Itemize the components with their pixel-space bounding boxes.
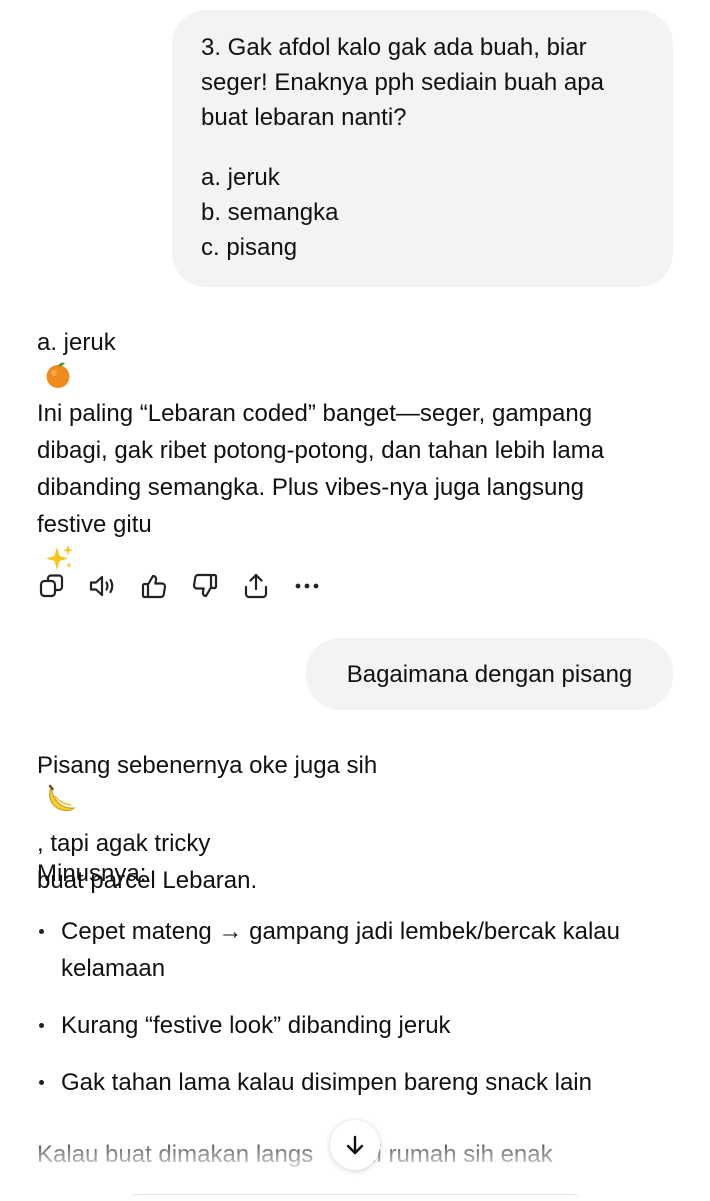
list-item-text: Cepet mateng → gampang jadi lembek/berca… [61, 918, 620, 945]
option-b: b. semangka [201, 199, 339, 226]
copy-icon[interactable] [37, 571, 67, 601]
section-heading: Minusnya: [37, 855, 677, 892]
message-text: seger! Enaknya pph sediain buah apa [201, 69, 604, 96]
option-a: a. jeruk [201, 164, 280, 191]
arrow-down-icon [346, 1135, 364, 1155]
list-item-text: Gak tahan lama kalau disimpen bareng sna… [61, 1069, 592, 1096]
read-aloud-icon[interactable] [88, 571, 118, 601]
paragraph-line: , tapi agak tricky [37, 830, 211, 857]
paragraph-line: Pisang sebenernya oke juga sih [37, 752, 378, 779]
message-text: Bagaimana dengan pisang [346, 660, 633, 688]
more-icon[interactable] [292, 571, 322, 601]
paragraph-line: Ini paling “Lebaran coded” banget—seger,… [37, 400, 593, 427]
assistant-paragraph: Ini paling “Lebaran coded” banget—seger,… [37, 395, 677, 584]
list-item: Cepet mateng → gampang jadi lembek/berca… [37, 913, 682, 987]
user-message-bubble: Bagaimana dengan pisang [306, 638, 673, 710]
bullet-dot [39, 1023, 44, 1028]
answer-text: a. jeruk [37, 329, 116, 356]
paragraph-line: Kalau buat dimakan langs [37, 1141, 314, 1168]
message-action-bar [37, 569, 343, 603]
list-item: Kurang “festive look” dibanding jeruk [37, 1007, 682, 1044]
assistant-answer: a. jeruk [37, 324, 677, 400]
thumbs-down-icon[interactable] [190, 571, 220, 601]
paragraph-line: di rumah sih enak [363, 1141, 553, 1168]
list-item-text: kelamaan [61, 955, 166, 982]
message-text: buat lebaran nanti? [201, 104, 407, 131]
bullet-dot [39, 929, 44, 934]
user-message-bubble: 3. Gak afdol kalo gak ada buah, biar seg… [172, 10, 673, 287]
share-icon[interactable] [241, 571, 271, 601]
option-c: c. pisang [201, 234, 298, 261]
bullet-dot [39, 1080, 44, 1085]
thumbs-up-icon[interactable] [139, 571, 169, 601]
scroll-to-bottom-button[interactable] [330, 1120, 380, 1170]
banana-emoji [45, 784, 675, 825]
paragraph-line: dibanding semangka. Plus vibes-nya juga … [37, 474, 585, 501]
paragraph-line: dibagi, gak ribet potong-potong, dan tah… [37, 437, 605, 464]
message-text: 3. Gak afdol kalo gak ada buah, biar [201, 34, 587, 61]
minus-heading: Minusnya: [37, 860, 147, 887]
paragraph-line: festive gitu [37, 511, 152, 538]
list-item: Gak tahan lama kalau disimpen bareng sna… [37, 1064, 682, 1101]
list-item-text: Kurang “festive look” dibanding jeruk [61, 1012, 451, 1039]
